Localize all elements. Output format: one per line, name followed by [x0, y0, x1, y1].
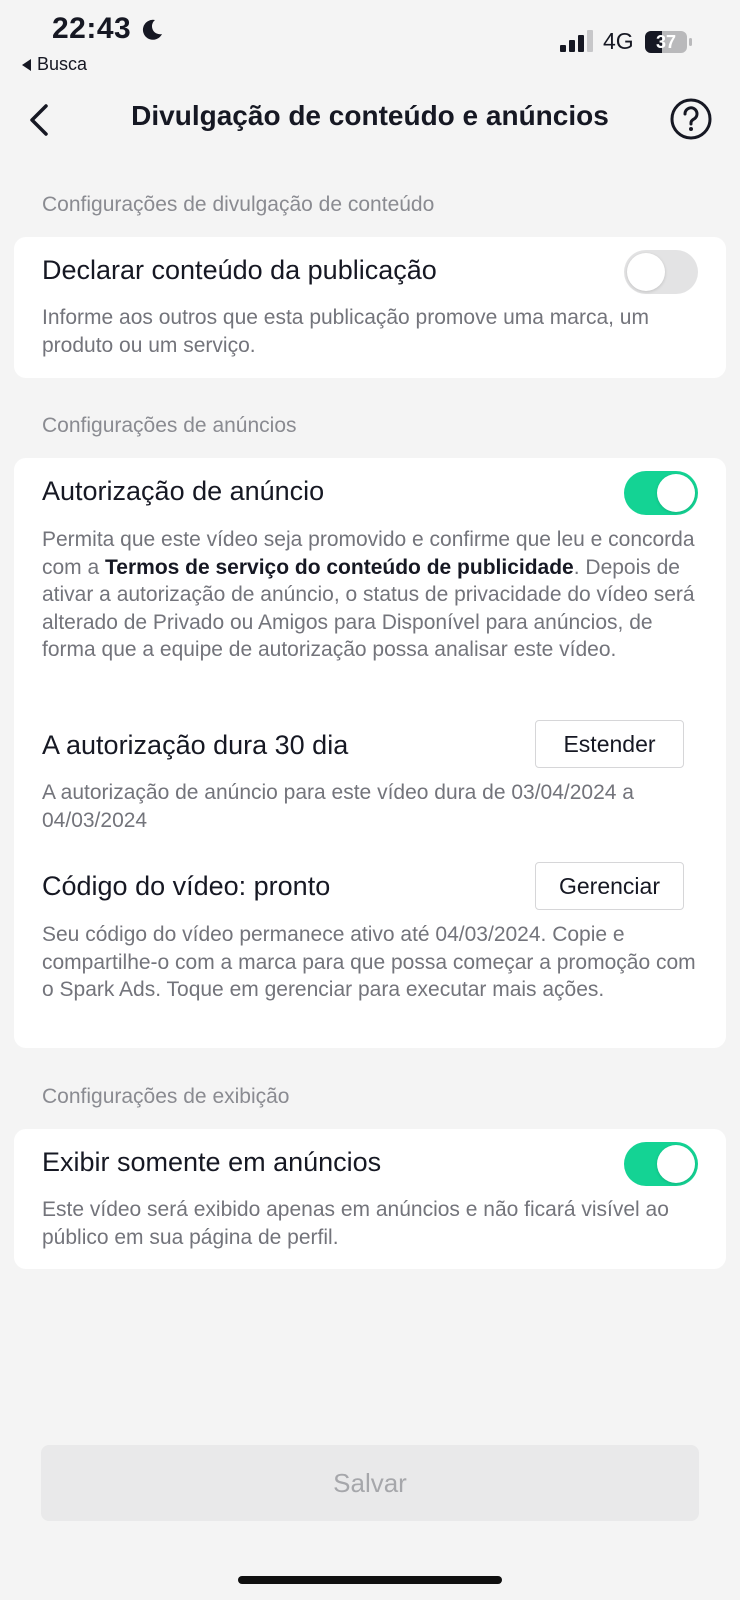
back-to-app-link[interactable]: Busca: [22, 54, 87, 75]
authorization-duration-description: A autorização de anúncio para este vídeo…: [42, 781, 634, 832]
ad-authorization-description: Permita que este vídeo seja promovido e …: [42, 528, 695, 661]
navigation-header: Divulgação de conteúdo e anúncios: [0, 90, 740, 150]
section-label-content-disclosure: Configurações de divulgação de conteúdo: [42, 193, 435, 216]
authorization-duration-title: A autorização dura 30 dia: [42, 730, 349, 760]
declare-content-toggle[interactable]: [624, 250, 698, 294]
home-indicator: [238, 1576, 502, 1584]
ads-only-toggle[interactable]: [624, 1142, 698, 1186]
back-triangle-icon: [22, 58, 31, 71]
content-disclosure-card: Declarar conteúdo da publicação Informe …: [14, 237, 726, 378]
video-code-title: Código do vídeo: pronto: [42, 871, 331, 901]
ad-authorization-title: Autorização de anúncio: [42, 476, 325, 506]
section-label-display: Configurações de exibição: [42, 1085, 290, 1108]
declare-content-description: Informe aos outros que esta publicação p…: [42, 306, 649, 357]
ads-only-description: Este vídeo será exibido apenas em anúnci…: [42, 1198, 669, 1249]
toggle-knob: [627, 253, 665, 291]
section-label-ads: Configurações de anúncios: [42, 414, 297, 437]
battery-level: 37: [655, 32, 677, 52]
cellular-signal-icon: [560, 30, 593, 52]
moon-icon: [142, 19, 162, 40]
ads-only-title: Exibir somente em anúncios: [42, 1147, 382, 1177]
battery-icon: 37: [644, 30, 694, 54]
toggle-knob: [657, 474, 695, 512]
manage-button[interactable]: Gerenciar: [535, 862, 684, 910]
status-time: 22:43: [52, 12, 132, 45]
page-title: Divulgação de conteúdo e anúncios: [131, 100, 609, 131]
status-bar: 22:43 Busca 4G 37: [0, 0, 740, 80]
ad-terms-link[interactable]: Termos de serviço do conteúdo de publici…: [105, 556, 574, 579]
extend-button[interactable]: Estender: [535, 720, 684, 768]
ads-settings-card: Autorização de anúncio Permita que este …: [14, 458, 726, 1048]
video-code-description: Seu código do vídeo permanece ativo até …: [42, 923, 696, 1001]
ad-authorization-toggle[interactable]: [624, 471, 698, 515]
help-icon[interactable]: [668, 96, 714, 142]
toggle-knob: [657, 1145, 695, 1183]
declare-content-title: Declarar conteúdo da publicação: [42, 255, 437, 285]
save-button[interactable]: Salvar: [41, 1445, 699, 1521]
back-app-label: Busca: [37, 54, 88, 74]
display-settings-card: Exibir somente em anúncios Este vídeo se…: [14, 1129, 726, 1269]
network-type: 4G: [603, 28, 634, 54]
